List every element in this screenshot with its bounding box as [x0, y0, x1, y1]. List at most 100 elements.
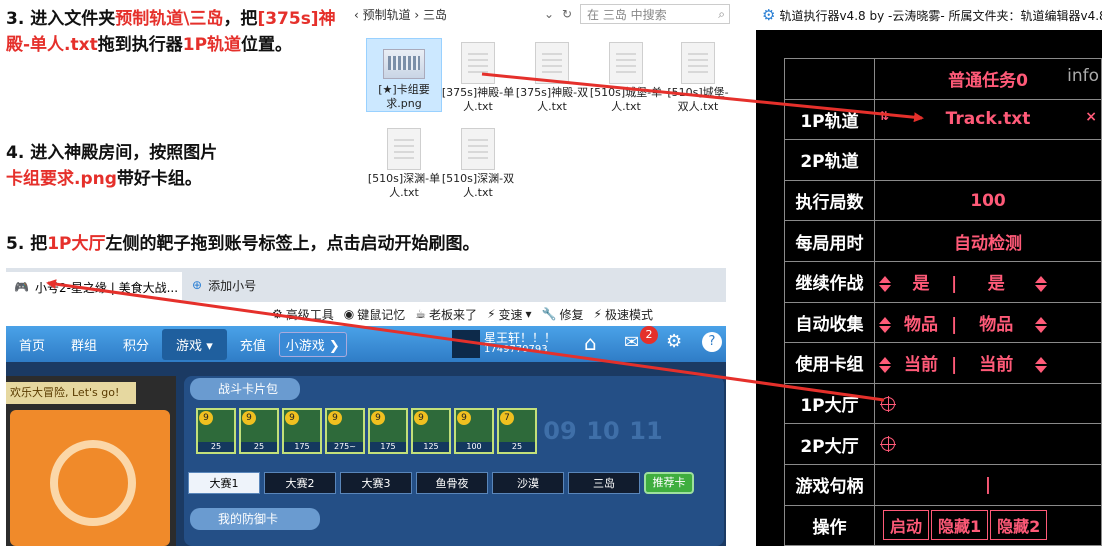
- window-title-bar: ⚙ 轨道执行器v4.8 by -云涛晓雾- 所属文件夹：轨道编辑器v4.8: [756, 0, 1102, 30]
- card-slot[interactable]: 9 25: [239, 408, 279, 454]
- chevron-down-icon[interactable]: ⌄: [544, 7, 562, 21]
- text-file-icon: [461, 42, 495, 84]
- track2-label: 2P轨道: [784, 139, 875, 181]
- map-tab[interactable]: 大赛2: [264, 472, 336, 494]
- file-shrine-double[interactable]: [375s]神殿-双人.txt: [514, 38, 590, 114]
- file-deck-png[interactable]: [★]卡组要求.png: [366, 38, 442, 112]
- forbidden-icon[interactable]: [10, 410, 170, 546]
- tab-account[interactable]: 🎮小号2-星之缘 | 美食大战...×: [6, 272, 182, 302]
- nav-mini-games[interactable]: 小游戏 ❯: [278, 331, 347, 357]
- map-tab[interactable]: 鱼骨夜: [416, 472, 488, 494]
- lightning-icon: ⚡: [593, 307, 602, 321]
- track1-slot[interactable]: ⇅ Track.txt ×: [874, 98, 1102, 141]
- text-file-icon: [609, 42, 643, 84]
- avatar[interactable]: [452, 330, 480, 358]
- spinner-icon[interactable]: [879, 357, 891, 374]
- handle-label: 游戏句柄: [784, 463, 875, 506]
- continue-label: 继续作战: [784, 260, 875, 303]
- nav-home[interactable]: 首页: [6, 335, 58, 354]
- hide2-button[interactable]: 隐藏2: [990, 510, 1048, 541]
- browser-toolbar: ⚙ 高级工具 ◉ 键鼠记忆 ☕ 老板来了 ⚡ 变速 ▾ 🔧 修复 ⚡ 极速模式: [6, 302, 726, 326]
- swap-icon[interactable]: ⇅: [879, 109, 889, 123]
- map-tabs: 大赛1 大赛2 大赛3 鱼骨夜 沙漠 三岛 推荐卡: [188, 472, 694, 494]
- map-tab[interactable]: 沙漠: [492, 472, 564, 494]
- map-tab[interactable]: 三岛: [568, 472, 640, 494]
- boss-key-button[interactable]: ☕ 老板来了: [415, 306, 477, 323]
- gear-icon[interactable]: ⚙: [666, 331, 682, 352]
- deck-toggle[interactable]: 当前 | 当前: [874, 342, 1102, 384]
- card-panel: 战斗卡片包 9 25 9 25 9 175 9 275~ 9 175 9 125 9 100 …: [184, 376, 724, 546]
- tab-add-account[interactable]: ⊕ 添加小号: [182, 277, 266, 294]
- home-icon[interactable]: ⌂: [584, 331, 597, 355]
- refresh-icon[interactable]: ↻: [562, 7, 580, 21]
- text-file-icon: [461, 128, 495, 170]
- deck-label: 使用卡组: [784, 342, 875, 384]
- rounds-label: 执行局数: [784, 179, 875, 222]
- spinner-icon[interactable]: [1035, 316, 1048, 333]
- nav-recharge[interactable]: 充值: [227, 335, 279, 354]
- task-label: 普通任务0 info: [874, 58, 1102, 100]
- rounds-input[interactable]: 100: [874, 179, 1102, 222]
- close-icon[interactable]: ×: [1085, 109, 1097, 125]
- crosshair-target-icon[interactable]: [880, 395, 896, 412]
- file-castle-single[interactable]: [510s]城堡-单人.txt: [588, 38, 664, 114]
- card-slot[interactable]: 9 175: [368, 408, 408, 454]
- track-executor-window: ⚙ 轨道执行器v4.8 by -云涛晓雾- 所属文件夹：轨道编辑器v4.8 普通任…: [756, 0, 1102, 546]
- file-shrine-single[interactable]: [375s]神殿-单人.txt: [440, 38, 516, 114]
- search-icon: ⌕: [718, 6, 725, 21]
- map-tab[interactable]: 大赛1: [188, 472, 260, 494]
- crosshair-target-icon[interactable]: [880, 436, 896, 453]
- file-abyss-double[interactable]: [510s]深渊-双人.txt: [440, 124, 516, 200]
- map-tab[interactable]: 大赛3: [340, 472, 412, 494]
- time-value[interactable]: 自动检测: [874, 220, 1102, 262]
- nav-groups[interactable]: 群组: [58, 335, 110, 354]
- file-abyss-single[interactable]: [510s]深渊-单人.txt: [366, 124, 442, 200]
- nav-games[interactable]: 游戏 ▾: [162, 328, 227, 360]
- advanced-tools-button[interactable]: ⚙ 高级工具: [272, 306, 334, 323]
- key-memory-button[interactable]: ◉ 键鼠记忆: [344, 306, 406, 323]
- adventure-panel: 欢乐大冒险, Let's go!: [6, 376, 176, 546]
- time-label: 每局用时: [784, 220, 875, 262]
- search-input[interactable]: 在 三岛 中搜索 ⌕: [580, 4, 730, 24]
- card-slot[interactable]: 9 25: [196, 408, 236, 454]
- card-slot[interactable]: 9 175: [282, 408, 322, 454]
- breadcrumb[interactable]: ‹ 预制轨道 › 三岛: [354, 6, 544, 23]
- empty-slot: 10: [586, 417, 620, 445]
- adventure-banner: 欢乐大冒险, Let's go!: [6, 382, 136, 404]
- mail-icon[interactable]: ✉: [624, 332, 639, 353]
- mail-badge: 2: [640, 326, 658, 344]
- recommend-button[interactable]: 推荐卡: [644, 472, 694, 494]
- info-link[interactable]: info: [1067, 66, 1099, 86]
- executor-grid: 普通任务0 info 1P轨道 ⇅ Track.txt × 2P轨道 执行局数 100 每…: [784, 58, 1102, 546]
- repair-button[interactable]: 🔧 修复: [542, 306, 584, 323]
- card-slot[interactable]: 9 125: [411, 408, 451, 454]
- game-nav: 首页 群组 积分 游戏 ▾ 充值 小游戏 ❯ 星王轩！！！ 1749770793…: [6, 326, 726, 362]
- card-slot[interactable]: 9 275~: [325, 408, 365, 454]
- hide1-button[interactable]: 隐藏1: [931, 510, 989, 541]
- step-3-instruction: 3. 进入文件夹预制轨道\三岛，把[375s]神殿-单人.txt拖到执行器1P轨…: [6, 9, 336, 55]
- track2-slot[interactable]: [874, 139, 1102, 181]
- image-file-icon: [383, 49, 425, 79]
- spinner-icon[interactable]: [879, 276, 891, 293]
- spinner-icon[interactable]: [1035, 276, 1048, 293]
- card-slot[interactable]: 7 25: [497, 408, 537, 454]
- collect-label: 自动收集: [784, 301, 875, 344]
- continue-toggle[interactable]: 是 | 是: [874, 260, 1102, 303]
- collect-toggle[interactable]: 物品 | 物品: [874, 301, 1102, 344]
- gear-icon: ⚙: [762, 6, 776, 24]
- tab-bar: 🎮小号2-星之缘 | 美食大战...× ⊕添加小号: [6, 268, 726, 302]
- speed-button[interactable]: ⚡ 变速 ▾: [487, 306, 531, 323]
- turbo-mode-button[interactable]: ⚡ 极速模式: [594, 306, 653, 323]
- card-slots: 9 25 9 25 9 175 9 275~ 9 175 9 125 9 100 7 25 09…: [196, 408, 666, 454]
- step-4-instruction: 4. 进入神殿房间，按照图片 卡组要求.png带好卡组。: [6, 143, 218, 189]
- speed-icon: ⚡: [487, 307, 496, 321]
- hall1-label: 1P大厅: [784, 382, 875, 425]
- spinner-icon[interactable]: [1035, 357, 1048, 374]
- nav-points[interactable]: 积分: [110, 335, 162, 354]
- file-castle-double[interactable]: [510s]城堡-双人.txt: [662, 38, 734, 114]
- help-icon[interactable]: ?: [702, 332, 722, 352]
- start-button[interactable]: 启动: [883, 510, 930, 541]
- spinner-icon[interactable]: [879, 316, 891, 333]
- card-slot[interactable]: 9 100: [454, 408, 494, 454]
- track1-label: 1P轨道: [784, 98, 875, 141]
